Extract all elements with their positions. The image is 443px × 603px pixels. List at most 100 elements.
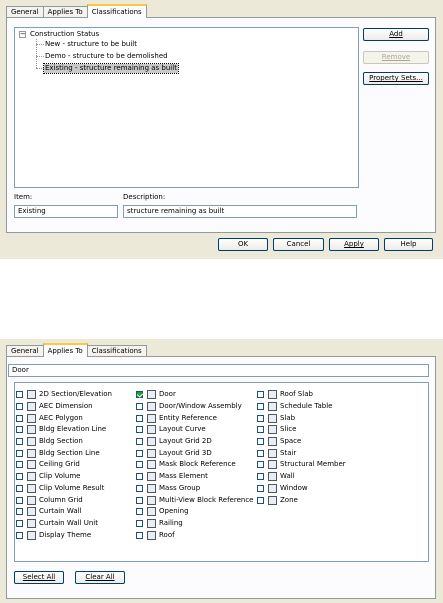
checkbox[interactable]: [136, 426, 143, 434]
checkbox[interactable]: [257, 426, 264, 434]
object-type-item[interactable]: Roof Slab: [257, 389, 346, 401]
ok-button[interactable]: OK: [218, 238, 268, 251]
object-type-item[interactable]: Display Theme: [16, 529, 112, 541]
object-type-item[interactable]: Door/Window Assembly: [136, 401, 253, 413]
object-type-item[interactable]: Wall: [257, 471, 346, 483]
checkbox[interactable]: [136, 484, 143, 492]
object-type-item[interactable]: Column Grid: [16, 494, 112, 506]
object-type-label: Display Theme: [39, 530, 92, 539]
object-type-item[interactable]: Slice: [257, 424, 346, 436]
checkbox[interactable]: [257, 403, 264, 411]
object-type-item[interactable]: 2D Section/Elevation: [16, 389, 112, 401]
object-type-item[interactable]: Ceiling Grid: [16, 459, 112, 471]
object-type-item[interactable]: Layout Grid 2D: [136, 436, 253, 448]
filter-field[interactable]: Door: [8, 364, 429, 377]
object-type-label: Ceiling Grid: [39, 460, 80, 469]
checkbox[interactable]: [136, 438, 143, 446]
add-button[interactable]: Add: [363, 28, 429, 41]
collapse-icon[interactable]: −: [19, 31, 26, 38]
checkbox[interactable]: [136, 531, 143, 539]
checkbox[interactable]: [136, 414, 143, 422]
object-type-item[interactable]: Opening: [136, 506, 253, 518]
object-type-item[interactable]: Schedule Table: [257, 401, 346, 413]
classification-tree[interactable]: − Construction Status New - structure to…: [14, 27, 359, 188]
object-type-item[interactable]: Door: [136, 389, 253, 401]
object-type-item[interactable]: Bldg Section: [16, 436, 112, 448]
tree-item-existing[interactable]: Existing - structure remaining as built: [43, 63, 179, 74]
cancel-button[interactable]: Cancel: [273, 238, 324, 251]
checkbox[interactable]: [257, 496, 264, 504]
checkbox[interactable]: [16, 496, 23, 504]
object-type-item[interactable]: AEC Dimension: [16, 401, 112, 413]
property-sets-button[interactable]: Property Sets...: [363, 72, 429, 85]
checkbox[interactable]: [16, 484, 23, 492]
checkbox[interactable]: [16, 403, 23, 411]
checkbox[interactable]: [136, 519, 143, 527]
clear-all-button[interactable]: Clear All: [75, 571, 125, 584]
checkbox[interactable]: [136, 403, 143, 411]
object-type-item[interactable]: Mass Element: [136, 471, 253, 483]
object-type-item[interactable]: Clip Volume: [16, 471, 112, 483]
checkbox[interactable]: [16, 461, 23, 469]
checkbox[interactable]: [136, 508, 143, 516]
tree-root-label[interactable]: Construction Status: [30, 30, 99, 39]
checkbox[interactable]: [16, 426, 23, 434]
checkbox[interactable]: [257, 449, 264, 457]
object-type-item[interactable]: Curtain Wall: [16, 506, 112, 518]
checkbox[interactable]: [257, 484, 264, 492]
checkbox[interactable]: [16, 449, 23, 457]
checkbox[interactable]: [257, 473, 264, 481]
checkbox[interactable]: [136, 473, 143, 481]
checkbox[interactable]: [16, 391, 23, 399]
object-type-item[interactable]: Mass Group: [136, 483, 253, 495]
object-type-item[interactable]: Curtain Wall Unit: [16, 518, 112, 530]
checkbox[interactable]: [136, 496, 143, 504]
tree-item-new[interactable]: New - structure to be built: [45, 40, 137, 49]
object-type-item[interactable]: Structural Member: [257, 459, 346, 471]
object-type-icon: [27, 495, 36, 505]
object-type-item[interactable]: Bldg Elevation Line: [16, 424, 112, 436]
object-type-item[interactable]: Slab: [257, 412, 346, 424]
checkbox[interactable]: [16, 531, 23, 539]
object-type-item[interactable]: Window: [257, 483, 346, 495]
checkbox[interactable]: [257, 391, 264, 399]
object-type-icon: [268, 413, 277, 423]
object-type-item[interactable]: Stair: [257, 447, 346, 459]
object-type-label: Door/Window Assembly: [159, 402, 242, 411]
object-type-item[interactable]: Zone: [257, 494, 346, 506]
object-type-label: Bldg Section Line: [39, 448, 100, 457]
description-field[interactable]: structure remaining as built: [123, 205, 357, 218]
checkbox[interactable]: [257, 438, 264, 446]
checkbox[interactable]: [257, 414, 264, 422]
object-type-item[interactable]: Multi-View Block Reference: [136, 494, 253, 506]
tab-classifications[interactable]: Classifications: [86, 4, 147, 18]
object-type-icon: [147, 448, 156, 458]
object-type-item[interactable]: Bldg Section Line: [16, 447, 112, 459]
object-type-item[interactable]: Mask Block Reference: [136, 459, 253, 471]
object-type-item[interactable]: Layout Curve: [136, 424, 253, 436]
checkbox[interactable]: [16, 414, 23, 422]
apply-button[interactable]: Apply: [329, 238, 379, 251]
object-type-item[interactable]: Entity Reference: [136, 412, 253, 424]
object-type-item[interactable]: AEC Polygon: [16, 412, 112, 424]
object-type-item[interactable]: Railing: [136, 518, 253, 530]
checkbox[interactable]: [16, 508, 23, 516]
select-all-button[interactable]: Select All: [14, 571, 64, 584]
checkbox[interactable]: [257, 461, 264, 469]
checkbox[interactable]: [136, 461, 143, 469]
object-type-label: AEC Dimension: [39, 402, 93, 411]
object-type-item[interactable]: Layout Grid 3D: [136, 447, 253, 459]
remove-button[interactable]: Remove: [363, 51, 429, 64]
object-type-item[interactable]: Roof: [136, 529, 253, 541]
checkbox[interactable]: [136, 449, 143, 457]
object-type-item[interactable]: Clip Volume Result: [16, 483, 112, 495]
help-button[interactable]: Help: [384, 238, 433, 251]
checkbox[interactable]: [16, 473, 23, 481]
checkbox[interactable]: [16, 519, 23, 527]
tab-applies-to[interactable]: Applies To: [42, 343, 88, 357]
tree-item-demo[interactable]: Demo - structure to be demolished: [45, 52, 168, 61]
object-type-item[interactable]: Space: [257, 436, 346, 448]
item-field[interactable]: Existing: [14, 205, 118, 218]
checkbox[interactable]: [136, 391, 143, 399]
checkbox[interactable]: [16, 438, 23, 446]
